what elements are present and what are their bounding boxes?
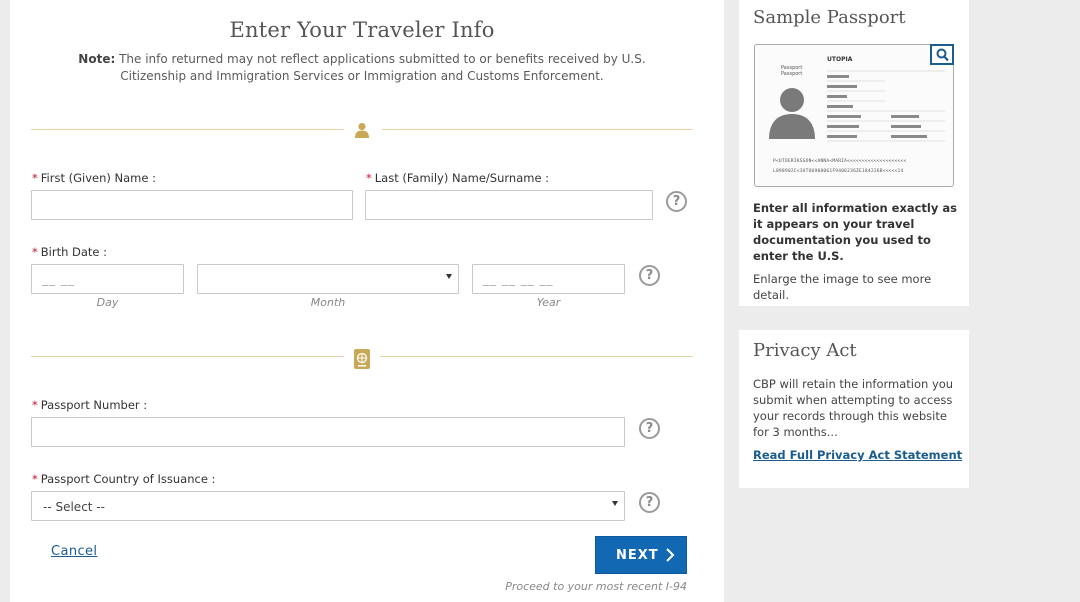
note-text: Note: The info returned may not reflect … (50, 51, 674, 85)
passport-country-label: * Passport Country of Issuance : (32, 472, 216, 486)
passport-country: UTOPIA (827, 56, 853, 63)
passport-country-select[interactable]: -- Select -- (31, 491, 625, 521)
birth-date-label: * Birth Date : (32, 245, 108, 259)
enlarge-hint-text: Enlarge the image to see more detail. (753, 272, 932, 302)
passport-icon (354, 349, 370, 369)
last-name-input[interactable] (365, 190, 653, 220)
privacy-act-text: CBP will retain the information you subm… (753, 377, 954, 439)
day-caption: Day (96, 296, 119, 309)
passport-mrz-line: L898902C<3UTO6908061F9406236ZE184226B<<<… (773, 169, 904, 174)
first-name-input[interactable] (31, 190, 353, 220)
passport-number-label: * Passport Number : (32, 398, 148, 412)
chevron-down-icon (612, 501, 618, 506)
chevron-right-icon (666, 548, 675, 562)
cancel-link[interactable]: Cancel (51, 544, 97, 559)
section-divider (380, 356, 693, 357)
question-circle-icon[interactable]: ? (666, 191, 687, 212)
passport-number-input[interactable] (31, 417, 625, 447)
year-caption: Year (536, 296, 561, 309)
birth-month-select[interactable] (197, 264, 459, 294)
birth-year-input[interactable]: __ __ __ __ (472, 264, 625, 294)
sample-instruction-text: Enter all information exactly as it appe… (753, 201, 957, 263)
select-value: -- Select -- (43, 500, 105, 514)
passport-doc-label: Passport (781, 71, 803, 77)
passport-data-fields (827, 70, 945, 142)
last-name-label: * Last (Family) Name/Surname : (366, 171, 550, 185)
month-caption: Month (310, 296, 346, 309)
birth-day-input[interactable]: __ __ (31, 264, 184, 294)
person-icon (355, 122, 369, 138)
note-label: Note: (78, 52, 116, 66)
sample-passport-title: Sample Passport (753, 7, 906, 28)
question-circle-icon[interactable]: ? (639, 492, 660, 513)
section-divider (31, 129, 344, 130)
day-placeholder: __ __ (42, 272, 75, 286)
privacy-act-card: Privacy Act CBP will retain the informat… (739, 330, 969, 488)
privacy-act-link[interactable]: Read Full Privacy Act Statement (753, 448, 962, 462)
person-silhouette-icon (769, 88, 815, 139)
proceed-hint: Proceed to your most recent I-94 (505, 580, 687, 593)
note-body: The info returned may not reflect applic… (115, 52, 646, 83)
next-button[interactable]: NEXT (595, 536, 687, 574)
enlarge-image-button[interactable] (930, 44, 954, 65)
search-icon (936, 48, 949, 62)
sample-passport-image[interactable]: Passport Passport UTOPIA P<UTOERIKSSON<<… (754, 44, 954, 187)
question-circle-icon[interactable]: ? (639, 265, 660, 286)
section-divider (31, 356, 344, 357)
next-button-label: NEXT (616, 548, 659, 563)
chevron-down-icon (446, 274, 452, 279)
section-divider (382, 129, 693, 130)
privacy-act-title: Privacy Act (753, 340, 857, 361)
question-circle-icon[interactable]: ? (639, 418, 660, 439)
first-name-label: * First (Given) Name : (32, 171, 156, 185)
passport-mrz-line: P<UTOERIKSSON<<ANNA<MARIA<<<<<<<<<<<<<<<… (773, 159, 907, 164)
year-placeholder: __ __ __ __ (483, 272, 554, 286)
sample-passport-card: Sample Passport Passport Passport UTOPIA (739, 0, 969, 306)
page-title: Enter Your Traveler Info (229, 18, 495, 42)
